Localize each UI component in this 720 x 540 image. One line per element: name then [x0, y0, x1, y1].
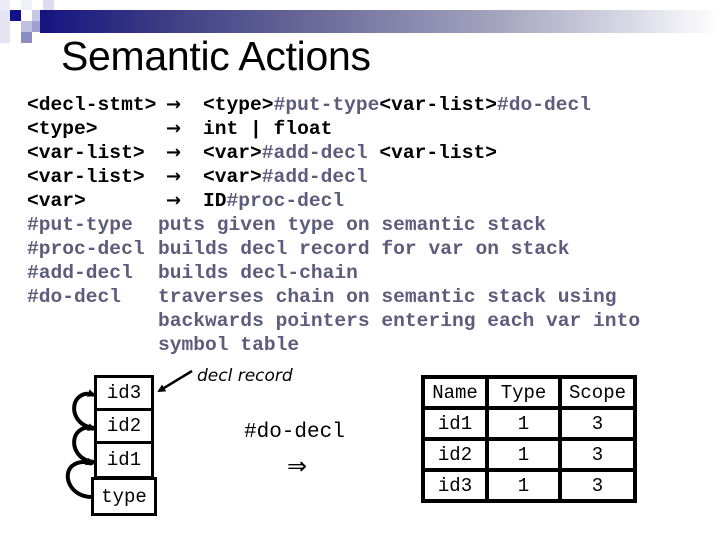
right-arrow-icon: →: [166, 94, 182, 115]
cell-type: 1: [485, 437, 562, 472]
table-header-row: Name Type Scope: [421, 375, 637, 410]
action-name: #put-type: [27, 214, 133, 236]
grammar-rule: <var-list> → <var>#add-decl <var-list>: [0, 141, 720, 165]
stack-item: id1: [94, 441, 154, 479]
rule-lhs: <var>: [27, 190, 86, 212]
action-name: #proc-decl: [27, 238, 145, 260]
decor-square: [21, 0, 32, 10]
back-pointer-arrow-icon: [65, 457, 94, 499]
semantic-action: #add-decl: [261, 166, 368, 188]
column-header-name: Name: [421, 375, 489, 410]
table-row: id1 1 3: [421, 406, 637, 441]
rule-rhs: <var>#add-decl <var-list>: [203, 141, 497, 165]
cell-scope: 3: [558, 468, 637, 503]
column-header-type: Type: [485, 375, 562, 410]
cell-type: 1: [485, 468, 562, 503]
stack-item: id3: [94, 375, 154, 411]
rule-rhs: <var>#add-decl: [203, 165, 368, 189]
cell-scope: 3: [558, 406, 637, 441]
action-name: #add-decl: [27, 262, 133, 284]
grammar-rule: <var> → ID#proc-decl: [0, 189, 720, 213]
grammar-symbol: <var-list>: [367, 142, 497, 164]
action-description: builds decl-chain: [158, 262, 358, 284]
decl-record-label: decl record: [197, 366, 293, 386]
rule-lhs: <type>: [27, 118, 98, 140]
table-row: id3 1 3: [421, 468, 637, 503]
rule-lhs: <var-list>: [27, 142, 145, 164]
cell-name: id2: [421, 437, 489, 472]
stack-item: id2: [94, 408, 154, 444]
action-description: builds decl record for var on stack: [158, 238, 570, 260]
do-decl-label: #do-decl: [244, 421, 345, 444]
decor-square: [43, 0, 54, 10]
decor-square: [0, 0, 10, 10]
action-description: backwards pointers entering each var int…: [158, 310, 641, 332]
right-arrow-icon: →: [166, 190, 182, 211]
decor-square: [21, 32, 32, 43]
grammar-symbol: <var>: [203, 142, 262, 164]
action-name: #do-decl: [27, 286, 122, 308]
semantic-action: #do-decl: [496, 94, 592, 116]
action-description: symbol table: [158, 334, 300, 356]
stack-item: type: [91, 477, 157, 516]
rule-lhs: <decl-stmt>: [27, 94, 157, 116]
decl-record-pointer-arrow-icon: [157, 369, 193, 393]
decor-square: [0, 10, 10, 43]
grammar-symbol: <type>: [203, 94, 274, 116]
symbol-table: Name Type Scope id1 1 3 id2 1 3 id3 1 3: [421, 375, 637, 503]
rule-rhs: int | float: [203, 117, 332, 141]
action-description: puts given type on semantic stack: [158, 214, 547, 236]
title-gradient-bar: [40, 10, 720, 33]
cell-name: id1: [421, 406, 489, 441]
semantic-action: #put-type: [273, 94, 380, 116]
cell-scope: 3: [558, 437, 637, 472]
grammar-symbol: <var-list>: [379, 94, 497, 116]
grammar-symbol: int | float: [203, 118, 333, 140]
double-right-arrow-icon: ⇒: [287, 452, 308, 480]
right-arrow-icon: →: [166, 142, 182, 163]
grammar-rule: <decl-stmt> → <type>#put-type<var-list>#do…: [0, 93, 720, 117]
right-arrow-icon: →: [166, 118, 182, 139]
decor-square: [10, 10, 21, 21]
back-pointer-arrow-icon: [72, 423, 96, 464]
slide-title: Semantic Actions: [61, 33, 371, 79]
cell-type: 1: [485, 406, 562, 441]
semantic-action: #add-decl: [261, 142, 368, 164]
right-arrow-icon: →: [166, 166, 182, 187]
decor-square: [21, 21, 32, 32]
cell-name: id3: [421, 468, 489, 503]
rule-rhs: <type>#put-type<var-list>#do-decl: [203, 93, 591, 117]
rule-lhs: <var-list>: [27, 166, 145, 188]
rule-rhs: ID#proc-decl: [203, 189, 344, 213]
grammar-rule: <type> → int | float: [0, 117, 720, 141]
semantic-action: #proc-decl: [226, 190, 345, 212]
grammar-rule: <var-list> → <var>#add-decl: [0, 165, 720, 189]
grammar-symbol: ID: [203, 190, 227, 212]
back-pointer-arrow-icon: [72, 389, 96, 430]
grammar-symbol: <var>: [203, 166, 262, 188]
table-row: id2 1 3: [421, 437, 637, 472]
action-description: traverses chain on semantic stack using: [158, 286, 617, 308]
column-header-scope: Scope: [558, 375, 637, 410]
